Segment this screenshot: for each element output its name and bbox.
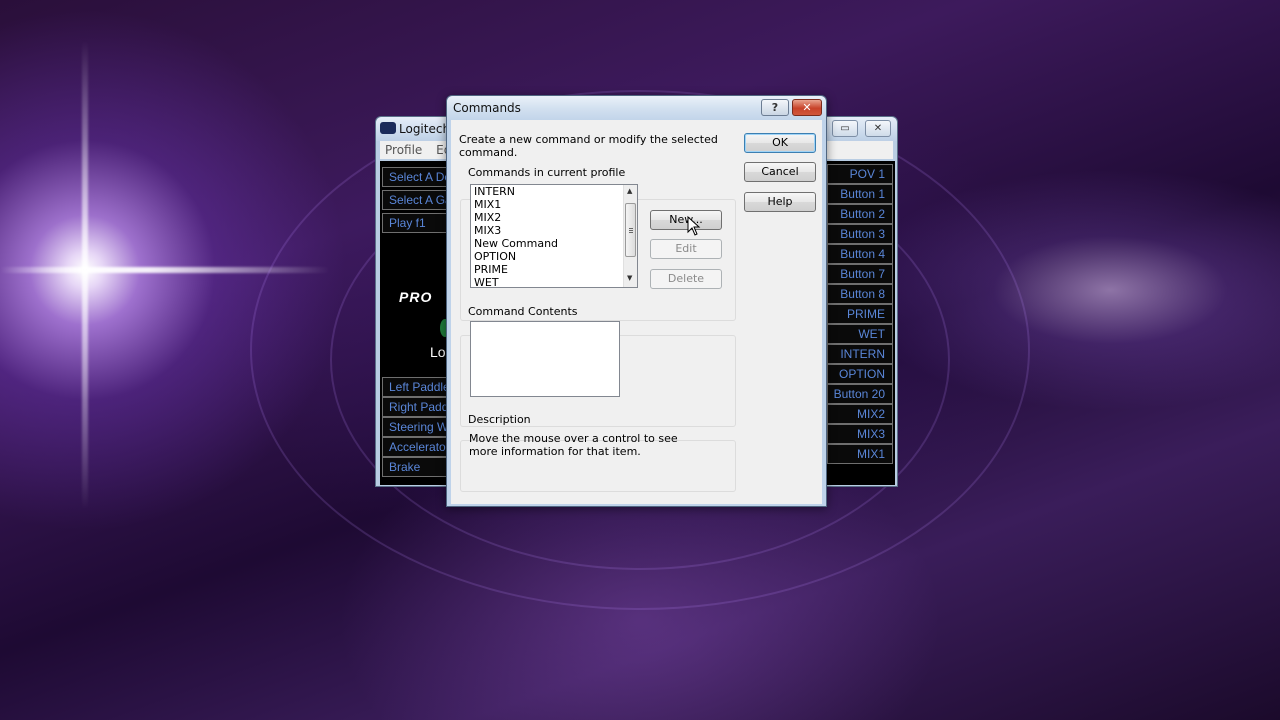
close-icon[interactable]: ✕ (792, 99, 822, 116)
command-contents-label: Command Contents (468, 305, 578, 318)
dialog-title: Commands (453, 101, 521, 115)
new-command-button[interactable]: New... (650, 210, 722, 230)
commands-group-label: Commands in current profile (468, 166, 626, 179)
commands-listbox[interactable]: INTERN MIX1 MIX2 MIX3 New Command OPTION… (470, 184, 638, 288)
dialog-intro-text: Create a new command or modify the selec… (459, 133, 718, 159)
help-button[interactable]: Help (744, 192, 816, 212)
control-accelerator[interactable]: Accelerato (382, 437, 448, 457)
control-button-1[interactable]: Button 1 (827, 184, 893, 204)
control-right-paddle[interactable]: Right Paddl (382, 397, 448, 417)
left-control-list: Select A De Select A Ga Play f1 Left Pad… (382, 167, 448, 477)
right-control-list: POV 1 Button 1 Button 2 Button 3 Button … (827, 164, 893, 464)
select-device-button[interactable]: Select A De (382, 167, 448, 187)
edit-command-button[interactable]: Edit (650, 239, 722, 259)
scroll-down-icon[interactable]: ▼ (627, 274, 632, 282)
list-item[interactable]: INTERN (471, 185, 637, 198)
mouse-cursor-icon (687, 216, 701, 236)
commands-dialog[interactable]: Commands ? ✕ Create a new command or mod… (446, 95, 827, 507)
ok-button[interactable]: OK (744, 133, 816, 153)
menu-profile[interactable]: Profile (380, 141, 427, 159)
gamepad-icon (380, 122, 396, 134)
list-item[interactable]: OPTION (471, 250, 637, 263)
control-mix3[interactable]: MIX3 (827, 424, 893, 444)
close-icon[interactable]: ✕ (865, 120, 891, 137)
control-button-3[interactable]: Button 3 (827, 224, 893, 244)
control-button-4[interactable]: Button 4 (827, 244, 893, 264)
list-item[interactable]: MIX1 (471, 198, 637, 211)
control-wet[interactable]: WET (827, 324, 893, 344)
wallpaper-light-streak (0, 267, 330, 273)
listbox-scrollbar[interactable]: ▲ ▼ (623, 185, 637, 287)
list-item[interactable]: MIX3 (471, 224, 637, 237)
select-game-button[interactable]: Select A Ga (382, 190, 448, 210)
control-button-8[interactable]: Button 8 (827, 284, 893, 304)
control-mix2[interactable]: MIX2 (827, 404, 893, 424)
help-icon[interactable]: ? (761, 99, 789, 116)
list-item[interactable]: PRIME (471, 263, 637, 276)
brand-logo-text: Lo (430, 344, 446, 360)
dialog-titlebar[interactable]: Commands ? ✕ (447, 96, 826, 120)
scroll-up-icon[interactable]: ▲ (627, 187, 632, 195)
control-brake[interactable]: Brake (382, 457, 448, 477)
window-title: Logitech (399, 122, 451, 136)
cancel-button[interactable]: Cancel (744, 162, 816, 182)
control-button-2[interactable]: Button 2 (827, 204, 893, 224)
delete-command-button[interactable]: Delete (650, 269, 722, 289)
list-item[interactable]: New Command (471, 237, 637, 250)
maximize-icon[interactable]: ▭ (832, 120, 858, 137)
list-item[interactable]: WET (471, 276, 637, 287)
wallpaper-light-streak (82, 40, 88, 510)
command-contents-box[interactable] (470, 321, 620, 397)
play-button[interactable]: Play f1 (382, 213, 448, 233)
control-left-paddle[interactable]: Left Paddle (382, 377, 448, 397)
product-logo-text: PRO (399, 289, 433, 305)
description-label: Description (468, 413, 531, 426)
control-button-20[interactable]: Button 20 (827, 384, 893, 404)
list-item[interactable]: MIX2 (471, 211, 637, 224)
control-pov-1[interactable]: POV 1 (827, 164, 893, 184)
scrollbar-thumb[interactable] (625, 203, 636, 257)
control-prime[interactable]: PRIME (827, 304, 893, 324)
control-intern[interactable]: INTERN (827, 344, 893, 364)
control-button-7[interactable]: Button 7 (827, 264, 893, 284)
control-mix1[interactable]: MIX1 (827, 444, 893, 464)
control-steering[interactable]: Steering W (382, 417, 448, 437)
description-text: Move the mouse over a control to see mor… (469, 432, 678, 458)
control-option[interactable]: OPTION (827, 364, 893, 384)
dialog-body: Create a new command or modify the selec… (451, 120, 822, 504)
